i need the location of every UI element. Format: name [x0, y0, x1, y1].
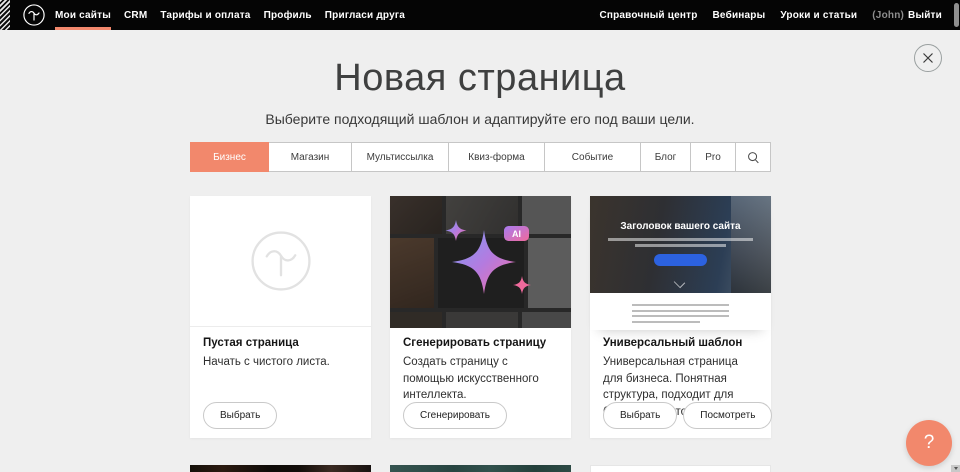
- scrollbar-down-arrow[interactable]: [951, 465, 960, 472]
- ai-sparkle-icon: AI: [442, 218, 542, 310]
- ai-badge-label: AI: [512, 229, 521, 239]
- tab-blog[interactable]: Блог: [641, 143, 691, 171]
- nav-lessons[interactable]: Уроки и статьи: [780, 0, 857, 30]
- template-cover-photo: Заголовок вашего сайта: [590, 196, 771, 293]
- card-title: Пустая страница: [203, 337, 299, 349]
- nav-tariffs[interactable]: Тарифы и оплата: [160, 0, 250, 30]
- user-logout[interactable]: (John) Выйти: [872, 0, 942, 30]
- template-category-tabs: Бизнес Магазин Мультиссылка Квиз-форма С…: [190, 142, 771, 172]
- nav-help-center[interactable]: Справочный центр: [599, 0, 697, 30]
- template-heading: Заголовок вашего сайта: [590, 221, 771, 232]
- template-preview: Заголовок вашего сайта: [590, 196, 771, 330]
- page-subtitle: Выберите подходящий шаблон и адаптируйте…: [0, 111, 960, 127]
- template-card-partial-2[interactable]: [390, 465, 571, 472]
- template-card-universal[interactable]: Заголовок вашего сайта Универсальный шаб…: [590, 196, 771, 438]
- tilda-logo-icon[interactable]: [23, 4, 45, 26]
- new-page-modal-screen: Мои сайты CRM Тарифы и оплата Профиль Пр…: [0, 0, 960, 472]
- tab-event[interactable]: Событие: [545, 143, 641, 171]
- secondary-menu: Справочный центр Вебинары Уроки и статьи…: [599, 0, 942, 30]
- template-text-block: [632, 304, 729, 326]
- template-cta-button: [654, 254, 707, 266]
- card-description: Создать страницу с помощью искусственног…: [403, 354, 557, 404]
- template-card-blank[interactable]: Пустая страница Начать с чистого листа. …: [190, 196, 371, 438]
- generate-button[interactable]: Сгенерировать: [403, 402, 507, 429]
- blank-page-preview: [190, 196, 371, 327]
- nav-webinars[interactable]: Вебинары: [713, 0, 766, 30]
- template-card-partial-1[interactable]: [190, 465, 371, 472]
- logout-link[interactable]: Выйти: [908, 10, 942, 21]
- tilda-logo-watermark-icon: [250, 230, 312, 292]
- help-icon: ?: [924, 432, 935, 454]
- top-navigation-bar: Мои сайты CRM Тарифы и оплата Профиль Пр…: [0, 0, 960, 30]
- search-icon: [747, 151, 760, 164]
- chevron-down-icon: [674, 277, 685, 288]
- nav-my-sites[interactable]: Мои сайты: [55, 0, 111, 30]
- ai-badge: AI: [504, 226, 529, 241]
- scrollbar-thumb[interactable]: [954, 3, 959, 27]
- tab-pro[interactable]: Pro: [691, 143, 736, 171]
- template-card-partial-3[interactable]: [590, 465, 771, 472]
- tab-multilink[interactable]: Мультиссылка: [352, 143, 449, 171]
- tab-search[interactable]: [736, 143, 770, 171]
- template-card-ai-generate[interactable]: AI Сгенерировать страницу Создать страни…: [390, 196, 571, 438]
- nav-crm[interactable]: CRM: [124, 0, 147, 30]
- nav-invite-friend[interactable]: Пригласи друга: [325, 0, 405, 30]
- card-description: Начать с чистого листа.: [203, 354, 357, 371]
- background-pattern: [0, 0, 10, 30]
- tab-business[interactable]: Бизнес: [190, 142, 269, 172]
- tab-shop[interactable]: Магазин: [269, 143, 352, 171]
- page-title: Новая страница: [0, 57, 960, 100]
- user-name: (John): [872, 10, 904, 21]
- help-button[interactable]: ?: [906, 420, 952, 466]
- view-template-button[interactable]: Посмотреть: [683, 402, 772, 429]
- main-menu: Мои сайты CRM Тарифы и оплата Профиль Пр…: [55, 0, 405, 30]
- select-template-button[interactable]: Выбрать: [603, 402, 677, 429]
- ai-preview-collage: AI: [390, 196, 571, 328]
- card-title: Универсальный шаблон: [603, 337, 742, 349]
- nav-profile[interactable]: Профиль: [264, 0, 312, 30]
- card-title: Сгенерировать страницу: [403, 337, 546, 349]
- tab-quiz-form[interactable]: Квиз-форма: [449, 143, 545, 171]
- select-blank-button[interactable]: Выбрать: [203, 402, 277, 429]
